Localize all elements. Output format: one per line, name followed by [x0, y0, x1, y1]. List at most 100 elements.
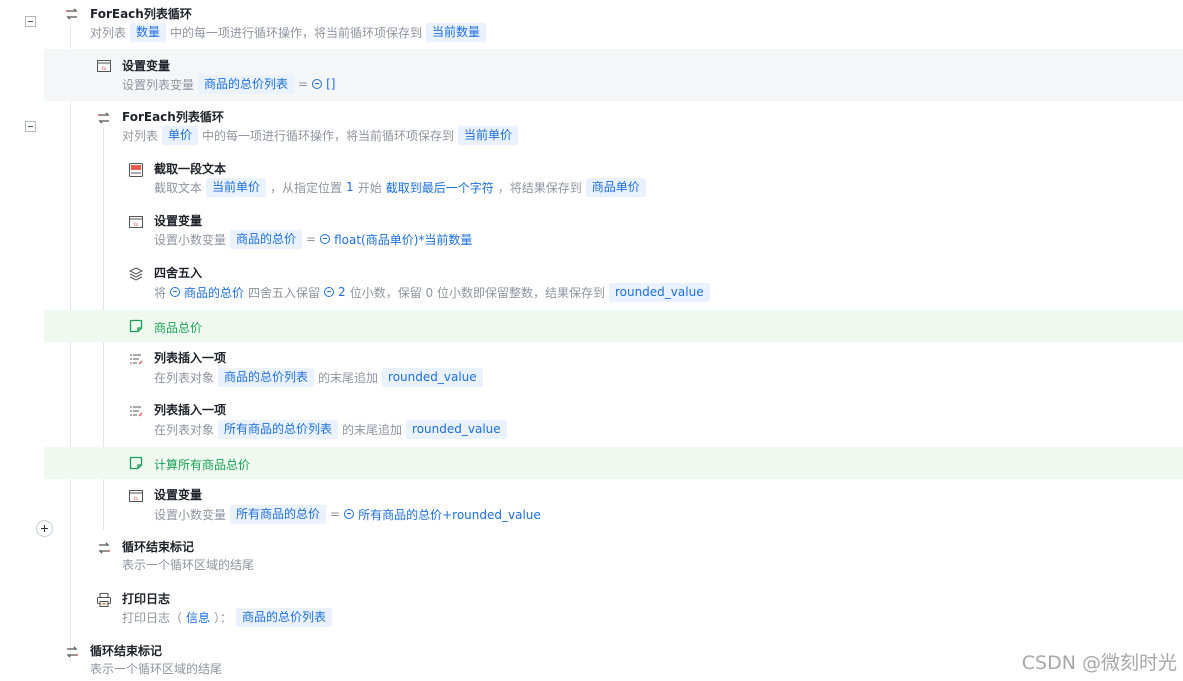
step-title: 列表插入一项	[154, 403, 227, 417]
step-description: 截取文本 当前单价 ，从指定位置 1 开始 截取到最后一个字符 ，将结果保存到 …	[154, 177, 650, 197]
desc-text: 中的每一项进行循环操作，将当前循环项保存到	[202, 128, 455, 143]
step-description: 设置列表变量 商品的总价列表 = []	[122, 74, 339, 94]
variable-tag[interactable]: 商品的总价列表	[236, 607, 333, 627]
layers-icon	[128, 267, 144, 281]
svg-text:fx: fx	[134, 496, 139, 502]
desc-text: 对列表	[122, 128, 159, 143]
variable-tag[interactable]: 商品单价	[585, 177, 646, 197]
step-loop-end-outer[interactable]: 循环结束标记 表示一个循环区域的结尾	[0, 638, 1183, 681]
variable-tag[interactable]: 当前单价	[206, 177, 267, 197]
step-title: 循环结束标记	[122, 540, 195, 554]
step-description: 在列表对象 所有商品的总价列表 的末尾追加 rounded_value	[154, 419, 511, 439]
expression-icon	[320, 234, 331, 244]
step-description: 打印日志（ 信息 ）： 商品的总价列表	[122, 607, 336, 627]
desc-text: 将	[154, 285, 167, 300]
svg-text:fx: fx	[102, 66, 107, 72]
loop-end-icon	[66, 646, 78, 658]
step-description: 表示一个循环区域的结尾	[90, 658, 226, 678]
start-position-value[interactable]: 1	[346, 180, 354, 194]
step-title: 列表插入一项	[154, 351, 227, 365]
variable-icon: fx	[129, 490, 143, 502]
desc-text: 表示一个循环区域的结尾	[90, 661, 223, 676]
step-note-all-total[interactable]: 计算所有商品总价	[44, 447, 1183, 479]
svg-text:fx: fx	[134, 222, 139, 228]
desc-text: 截取文本	[154, 180, 203, 195]
step-description: 对列表 单价 中的每一项进行循环操作，将当前循环项保存到 当前单价	[122, 125, 522, 145]
desc-text: ）：	[214, 610, 233, 625]
step-set-variable-all-total[interactable]: fx 设置变量 设置小数变量 所有商品的总价 = 所有商品的总价+rounded…	[0, 482, 1183, 530]
note-icon	[129, 319, 143, 333]
step-print-log[interactable]: 打印日志 打印日志（ 信息 ）： 商品的总价列表	[0, 586, 1183, 634]
step-note-item-total[interactable]: 商品总价	[44, 310, 1183, 342]
variable-tag[interactable]: 数量	[130, 22, 167, 42]
expression-value[interactable]: float(商品单价)*当前数量	[334, 231, 472, 248]
watermark: CSDN @微刻时光	[1021, 652, 1177, 674]
desc-text: 中的每一项进行循环操作，将当前循环项保存到	[170, 25, 423, 40]
desc-text: 对列表	[90, 25, 127, 40]
note-text: 计算所有商品总价	[154, 458, 251, 472]
desc-text: 在列表对象	[154, 422, 215, 437]
decimal-places-value[interactable]: 2	[338, 285, 346, 299]
step-substring-text[interactable]: 截取一段文本 截取文本 当前单价 ，从指定位置 1 开始 截取到最后一个字符 ，…	[0, 156, 1183, 204]
step-title: 打印日志	[122, 592, 171, 606]
variable-tag[interactable]: 商品的总价	[230, 229, 303, 249]
desc-text: 开始	[357, 180, 382, 195]
equals-sign: =	[330, 507, 341, 521]
variable-tag[interactable]: 当前单价	[458, 125, 519, 145]
expression-value[interactable]: 商品的总价	[184, 284, 244, 301]
variable-tag[interactable]: 单价	[162, 125, 199, 145]
equals-sign: =	[298, 77, 309, 91]
variable-tag[interactable]: rounded_value	[406, 419, 507, 439]
log-level[interactable]: 信息	[186, 609, 210, 626]
desc-text: 设置小数变量	[154, 507, 227, 522]
step-description: 对列表 数量 中的每一项进行循环操作，将当前循环项保存到 当前数量	[90, 22, 490, 42]
step-title: ForEach列表循环	[90, 7, 192, 21]
step-set-variable-list[interactable]: fx 设置变量 设置列表变量 商品的总价列表 = []	[44, 49, 1183, 101]
step-title: 循环结束标记	[90, 644, 163, 658]
variable-tag[interactable]: rounded_value	[608, 282, 710, 302]
step-list-append-all[interactable]: 列表插入一项 在列表对象 所有商品的总价列表 的末尾追加 rounded_val…	[0, 397, 1183, 445]
loop-icon	[98, 112, 110, 124]
expression-value[interactable]: 所有商品的总价+rounded_value	[358, 506, 541, 523]
substring-mode[interactable]: 截取到最后一个字符	[386, 179, 494, 196]
step-title: 设置变量	[154, 488, 203, 502]
variable-icon: fx	[129, 216, 143, 228]
step-title: 截取一段文本	[154, 162, 227, 176]
step-title: ForEach列表循环	[122, 110, 224, 124]
variable-tag[interactable]: 当前数量	[426, 22, 487, 42]
equals-sign: =	[306, 232, 317, 246]
desc-text: 位小数，保留 0 位小数即保留整数，结果保存到	[349, 285, 605, 300]
step-description: 表示一个循环区域的结尾	[122, 554, 258, 574]
expression-icon	[170, 287, 181, 297]
step-foreach-outer[interactable]: ForEach列表循环 对列表 数量 中的每一项进行循环操作，将当前循环项保存到…	[0, 0, 1183, 48]
desc-text: ，将结果保存到	[497, 180, 582, 195]
desc-text: 的末尾追加	[318, 370, 379, 385]
desc-text: 的末尾追加	[342, 422, 403, 437]
step-description: 设置小数变量 商品的总价 = float(商品单价)*当前数量	[154, 229, 476, 249]
step-round-number[interactable]: 四舍五入 将 商品的总价 四舍五入保留 2 位小数，保留 0 位小数即保留整数，…	[0, 260, 1183, 308]
desc-text: 表示一个循环区域的结尾	[122, 557, 255, 572]
variable-tag[interactable]: 商品的总价列表	[198, 74, 295, 94]
step-description: 将 商品的总价 四舍五入保留 2 位小数，保留 0 位小数即保留整数，结果保存到…	[154, 282, 714, 302]
variable-tag[interactable]: 所有商品的总价列表	[218, 419, 339, 439]
step-list-append[interactable]: 列表插入一项 在列表对象 商品的总价列表 的末尾追加 rounded_value	[0, 345, 1183, 393]
list-insert-icon	[130, 406, 143, 417]
step-foreach-inner[interactable]: ForEach列表循环 对列表 单价 中的每一项进行循环操作，将当前循环项保存到…	[0, 104, 1183, 152]
desc-text: 设置列表变量	[122, 77, 195, 92]
variable-tag[interactable]: 商品的总价列表	[218, 367, 315, 387]
step-set-variable-decimal[interactable]: fx 设置变量 设置小数变量 商品的总价 = float(商品单价)*当前数量	[0, 208, 1183, 256]
expression-icon	[344, 509, 355, 519]
loop-end-icon	[98, 542, 110, 554]
variable-tag[interactable]: rounded_value	[382, 367, 483, 387]
expression-icon	[312, 79, 323, 89]
step-title: 四舍五入	[154, 266, 203, 280]
printer-icon	[97, 593, 111, 607]
variable-tag[interactable]: 所有商品的总价	[230, 504, 327, 524]
step-loop-end-inner[interactable]: 循环结束标记 表示一个循环区域的结尾	[0, 534, 1183, 582]
expression-icon	[324, 287, 335, 297]
note-icon	[129, 456, 143, 470]
desc-text: 四舍五入保留	[248, 285, 321, 300]
expression-value[interactable]: []	[326, 77, 335, 91]
desc-text: ，从指定位置	[270, 180, 343, 195]
variable-icon: fx	[97, 60, 111, 72]
